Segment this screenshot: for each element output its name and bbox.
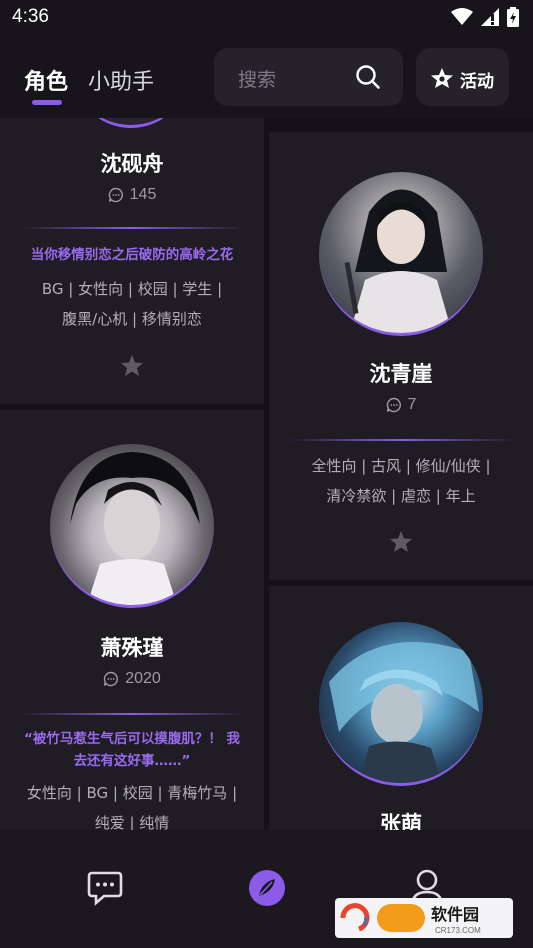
tags-line: 腹黑/心机 | 移情别恋 [62,310,202,328]
character-tags: BG | 女性向 | 校园 | 学生 | 腹黑/心机 | 移情别恋 [0,274,264,334]
status-bar: 4:36 [0,0,533,36]
character-card[interactable]: 沈青崖 7 全性向 | 古风 | 修仙/仙侠 | 清冷禁欲 | 虐恋 | 年上 [269,132,533,580]
character-card[interactable]: 沈砚舟 145 当你移情别恋之后破防的高岭之花 BG | 女性向 | 校园 | … [0,118,264,404]
chat-count: 2020 [0,670,264,688]
character-card[interactable]: 萧殊瑾 2020 “被竹马惹生气后可以摸腹肌？！ 我 去还有这好事……” 女性向… [0,410,264,830]
character-card[interactable]: 张萌 [269,586,533,830]
tab-role[interactable]: 角色 [24,64,68,96]
avatar [50,444,214,608]
wifi-icon [451,8,473,25]
divider [287,439,515,441]
activity-label: 活动 [460,72,494,92]
battery-icon [507,7,519,27]
chat-count: 145 [0,186,264,204]
divider [20,713,244,715]
character-tags: 女性向 | BG | 校园 | 青梅竹马 | 纯爱 | 纯情 [0,778,264,830]
avatar [319,172,483,336]
signal-icon [481,8,499,26]
tags-line: 全性向 | 古风 | 修仙/仙侠 | [311,457,491,475]
comment-icon [103,671,119,687]
divider [20,227,244,229]
avatar [319,622,483,786]
avatar [72,118,190,128]
character-name: 沈青崖 [369,362,433,386]
comment-icon [386,397,401,413]
quote-line: “被竹马惹生气后可以摸腹肌？！ 我 [23,731,241,747]
chat-count: 7 [269,396,533,414]
search-placeholder: 搜索 [238,69,277,91]
star-icon [121,355,143,376]
chat-count-value: 145 [129,186,157,203]
chat-count-value: 2020 [125,670,161,687]
portrait-figure [344,189,453,333]
watermark-logo: r 软件园 CR173.COM [335,898,513,938]
chat-icon[interactable] [86,870,124,906]
search-icon[interactable] [355,64,381,90]
portrait-figure [329,642,479,783]
quote-line: 去还有这好事……” [73,753,191,769]
tags-line: BG | 女性向 | 校园 | 学生 | [41,280,223,298]
tags-line: 清冷禁欲 | 虐恋 | 年上 [326,487,476,505]
site-logo: r 软件园 CR173.COM [335,898,513,938]
star-badge-icon [431,68,453,88]
tags-line: 女性向 | BG | 校园 | 青梅竹马 | [26,784,238,802]
portrait-figure [70,452,200,605]
watermark-subtext: CR173.COM [435,926,481,935]
logo-glyphs: r [363,913,369,930]
character-quote: “被竹马惹生气后可以摸腹肌？！ 我 去还有这好事……” [0,728,264,772]
tab-helper[interactable]: 小助手 [88,64,154,96]
tags-line: 纯爱 | 纯情 [94,814,170,830]
favorite-button[interactable] [269,530,533,553]
comment-icon [108,187,123,203]
character-tags: 全性向 | 古风 | 修仙/仙侠 | 清冷禁欲 | 虐恋 | 年上 [269,451,533,511]
search-input[interactable]: 搜索 [214,48,403,106]
compass-icon[interactable] [248,869,286,907]
top-header: 角色 小助手 搜索 活动 [0,36,533,118]
activity-button[interactable]: 活动 [416,48,509,106]
character-quote: 当你移情别恋之后破防的高岭之花 [30,247,234,263]
watermark-text: 软件园 [431,905,479,924]
character-feed[interactable]: 沈砚舟 145 当你移情别恋之后破防的高岭之花 BG | 女性向 | 校园 | … [0,118,533,830]
star-icon [390,531,412,552]
status-icons [451,7,519,27]
active-tab-indicator [32,100,62,105]
favorite-button[interactable] [0,354,264,377]
character-name: 张萌 [380,812,422,830]
status-time: 4:36 [12,6,49,27]
chat-count-value: 7 [407,396,417,413]
character-name: 沈砚舟 [100,152,164,176]
character-name: 萧殊瑾 [100,636,164,660]
